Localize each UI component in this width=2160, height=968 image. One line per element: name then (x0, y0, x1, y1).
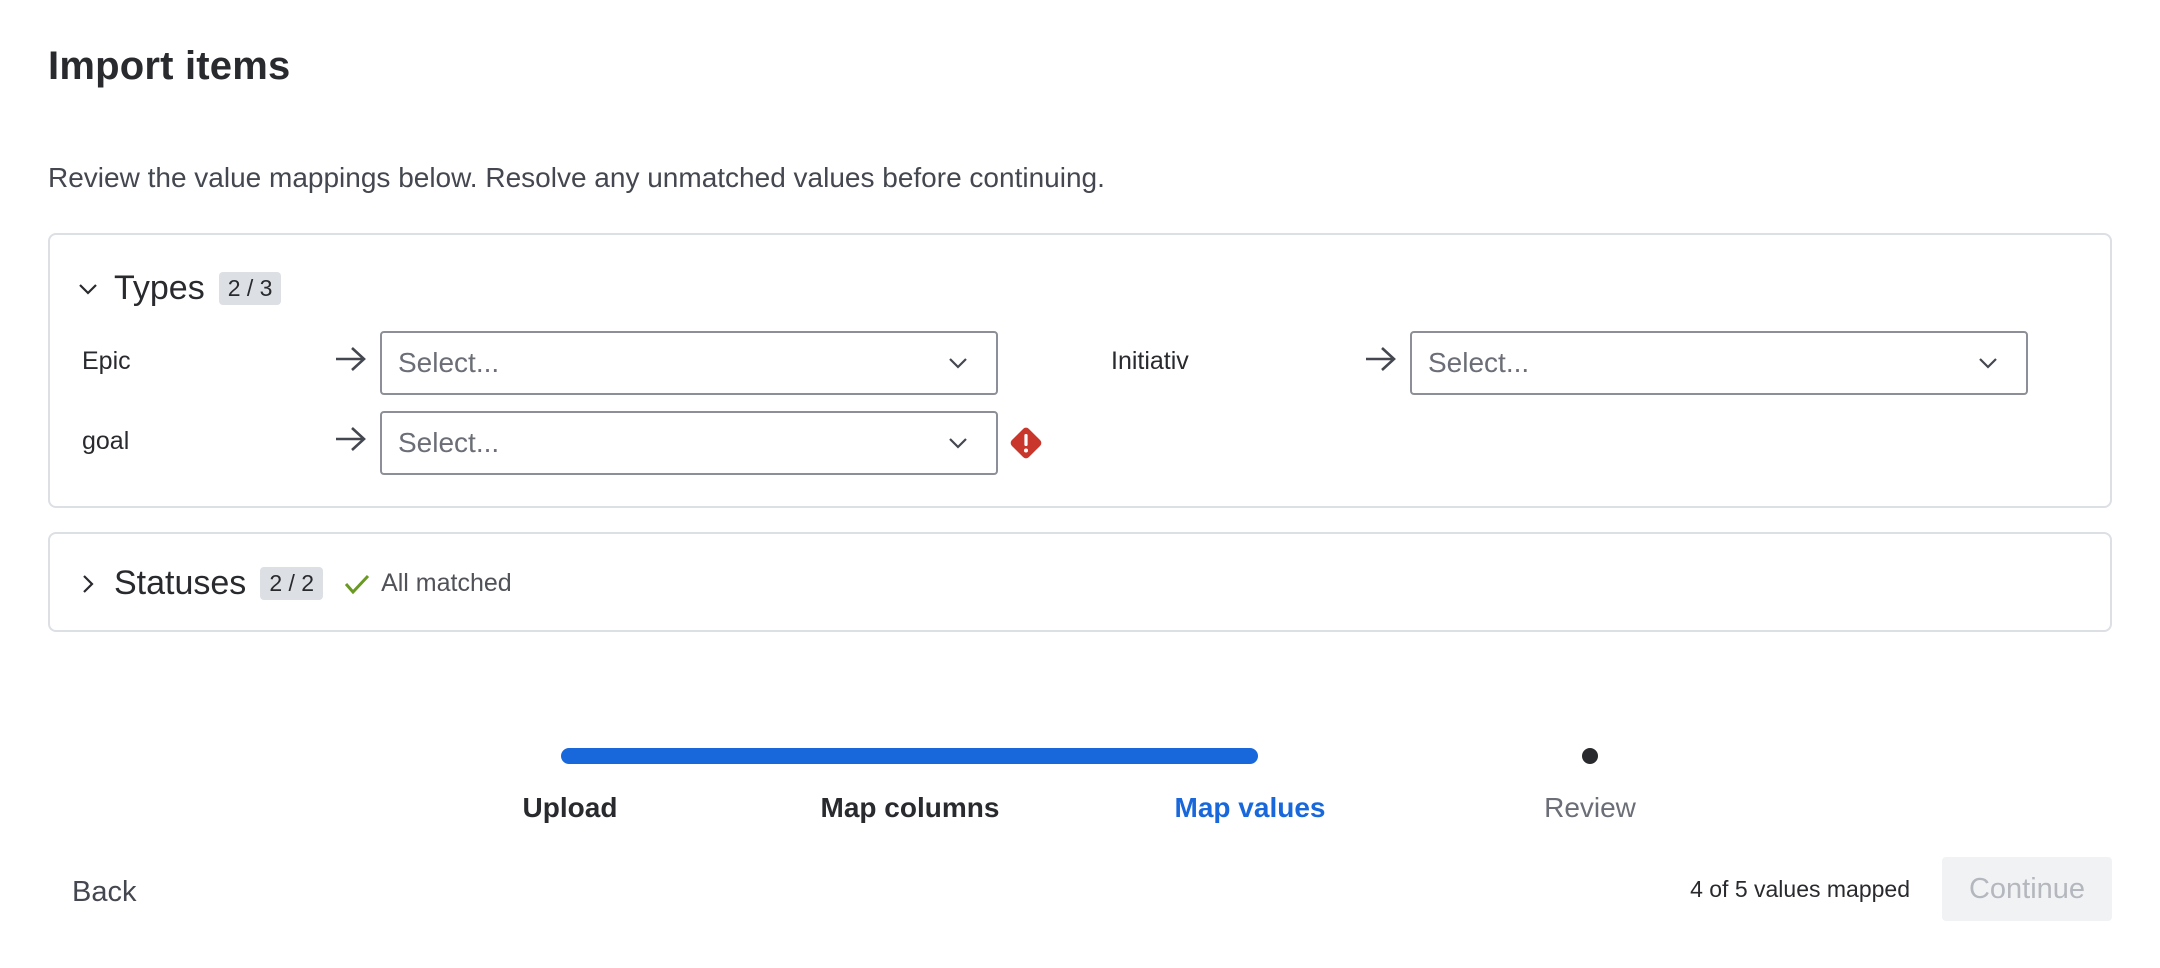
select-placeholder: Select... (398, 347, 500, 378)
type-select-epic[interactable]: Select... (380, 331, 998, 395)
arrow-right-icon (1366, 347, 1396, 371)
error-diamond-icon (1010, 427, 1042, 459)
types-section-title: Types (114, 269, 205, 307)
statuses-section-header[interactable]: Statuses 2 / 2 All matched (76, 564, 512, 603)
types-section-header[interactable]: Types 2 / 3 (76, 269, 282, 308)
select-placeholder: Select... (1428, 347, 1530, 378)
mapping-source-label: Initiativ (1111, 347, 1189, 375)
type-select-initiativ[interactable]: Select... (1410, 331, 2028, 395)
progress-bar-fill (561, 748, 1258, 764)
statuses-section: Statuses 2 / 2 All matched (48, 532, 2112, 632)
statuses-section-title: Statuses (114, 564, 247, 602)
step-review: Review (1544, 792, 1636, 823)
import-dialog: Import items Review the value mappings b… (0, 0, 2160, 968)
chevron-down-icon (949, 358, 967, 369)
types-section: Types 2 / 3 Epic Select... Initiativ Sel… (48, 233, 2112, 508)
chevron-right-icon[interactable] (76, 572, 100, 596)
continue-button[interactable]: Continue (1942, 857, 2112, 921)
all-matched-label: All matched (381, 569, 512, 597)
checkmark-icon (344, 574, 370, 594)
dialog-title: Import items (48, 44, 291, 88)
arrow-right-icon (336, 347, 366, 371)
statuses-count-badge: 2 / 2 (260, 567, 324, 600)
step-upload: Upload (522, 792, 618, 823)
types-count-badge: 2 / 3 (218, 272, 282, 305)
all-matched-status: All matched (343, 569, 512, 598)
chevron-down-icon (1979, 358, 1997, 369)
arrow-right-icon (336, 427, 366, 451)
step-map-values: Map values (1174, 792, 1326, 823)
type-select-goal[interactable]: Select... (380, 411, 998, 475)
progress-dot (1582, 748, 1598, 764)
mapping-source-label: goal (82, 427, 130, 455)
step-map-columns: Map columns (820, 792, 1000, 823)
chevron-down-icon (949, 438, 967, 449)
chevron-down-icon[interactable] (76, 277, 100, 301)
mapped-count: 4 of 5 values mapped (1690, 876, 1910, 902)
dialog-description: Review the value mappings below. Resolve… (48, 162, 1105, 193)
mapping-source-label: Epic (82, 347, 131, 375)
back-button[interactable]: Back (52, 870, 156, 915)
select-placeholder: Select... (398, 427, 500, 458)
